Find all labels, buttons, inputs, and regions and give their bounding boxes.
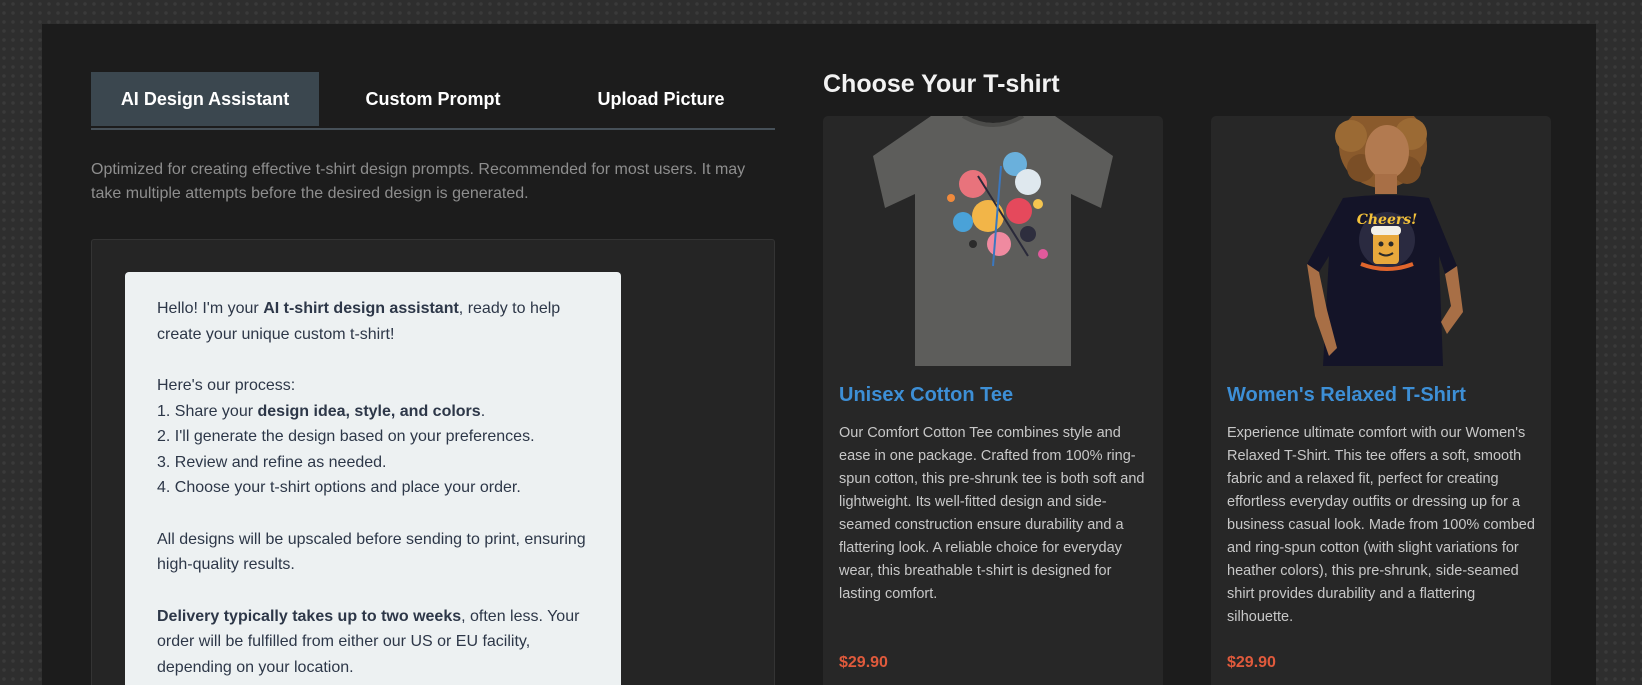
process-step: 4. Choose your t-shirt options and place… bbox=[157, 479, 521, 496]
woman-navy-tshirt-image: Cheers! bbox=[1211, 116, 1551, 366]
process-step: 3. Review and refine as needed. bbox=[157, 453, 387, 471]
mode-description: Optimized for creating effective t-shirt… bbox=[91, 161, 746, 202]
process-step: 1. Share your design idea, style, and co… bbox=[157, 402, 486, 420]
tab-custom-prompt[interactable]: Custom Prompt bbox=[319, 72, 547, 126]
delivery-note: Delivery typically takes up to two weeks… bbox=[157, 607, 580, 676]
process-title: Here's our process: bbox=[157, 377, 296, 394]
product-title[interactable]: Women's Relaxed T-Shirt bbox=[1227, 384, 1466, 407]
assistant-message: Hello! I'm your AI t-shirt design assist… bbox=[125, 272, 621, 685]
product-price: $29.90 bbox=[1227, 654, 1276, 671]
process-step: 2. I'll generate the design based on you… bbox=[157, 428, 535, 445]
choose-tshirt-heading: Choose Your T-shirt bbox=[823, 70, 1060, 98]
greeting-text: Hello! I'm your AI t-shirt design assist… bbox=[157, 300, 561, 343]
grey-tshirt-abstract-print-image bbox=[823, 116, 1163, 366]
print-cheers-text: Cheers! bbox=[1357, 212, 1418, 228]
product-title[interactable]: Unisex Cotton Tee bbox=[839, 384, 1013, 407]
main-panel: AI Design Assistant Custom Prompt Upload… bbox=[42, 24, 1596, 685]
tab-ai-design-assistant[interactable]: AI Design Assistant bbox=[91, 72, 319, 126]
product-description: Our Comfort Cotton Tee combines style an… bbox=[839, 425, 1145, 602]
product-description: Experience ultimate comfort with our Wom… bbox=[1227, 425, 1535, 625]
design-mode-tabs: AI Design Assistant Custom Prompt Upload… bbox=[91, 72, 775, 130]
chat-container[interactable]: Hello! I'm your AI t-shirt design assist… bbox=[91, 239, 775, 685]
tab-upload-picture[interactable]: Upload Picture bbox=[547, 72, 775, 126]
product-card-unisex-tee[interactable]: Unisex Cotton Tee Our Comfort Cotton Tee… bbox=[823, 116, 1163, 685]
process-list: Here's our process: 1. Share your design… bbox=[157, 373, 589, 501]
product-price: $29.90 bbox=[839, 654, 888, 671]
product-card-womens-relaxed[interactable]: Cheers! Women's Relaxed T-Shirt Experien… bbox=[1211, 116, 1551, 685]
upscale-note: All designs will be upscaled before send… bbox=[157, 530, 586, 574]
